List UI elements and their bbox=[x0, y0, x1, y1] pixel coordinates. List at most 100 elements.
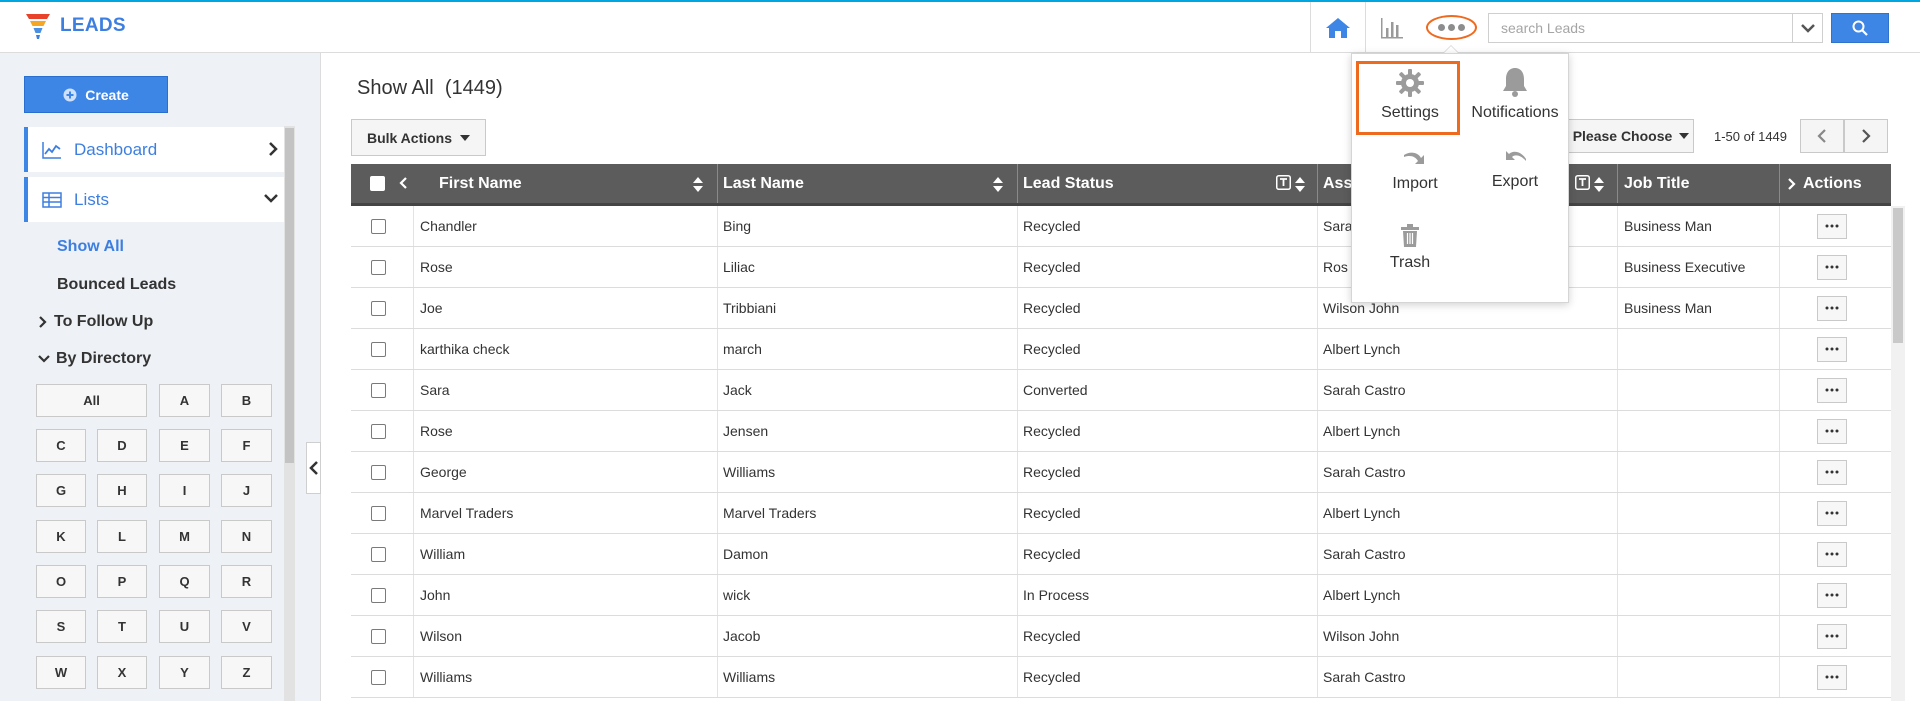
filter-icon[interactable] bbox=[1575, 175, 1590, 190]
col-lead-status[interactable]: Lead Status bbox=[1023, 164, 1114, 203]
table-row[interactable]: William Damon Recycled Sarah Castro bbox=[351, 534, 1891, 575]
cell-last-name[interactable]: Damon bbox=[723, 534, 768, 574]
cell-first-name[interactable]: Rose bbox=[420, 411, 453, 451]
prev-page-button[interactable] bbox=[1800, 119, 1844, 153]
table-row[interactable]: Wilson Jacob Recycled Wilson John bbox=[351, 616, 1891, 657]
table-row[interactable]: Rose Liliac Recycled Ros Business Execut… bbox=[351, 247, 1891, 288]
select-all-checkbox[interactable] bbox=[370, 176, 385, 191]
table-scrollbar[interactable] bbox=[1891, 206, 1905, 701]
row-actions-button[interactable] bbox=[1817, 377, 1847, 403]
col-last-name[interactable]: Last Name bbox=[723, 164, 804, 203]
sidebar-collapse-button[interactable] bbox=[306, 442, 321, 494]
row-checkbox[interactable] bbox=[371, 587, 386, 603]
more-menu-button[interactable] bbox=[1426, 15, 1477, 40]
scrollbar-thumb[interactable] bbox=[1893, 208, 1903, 343]
column-divider[interactable] bbox=[1779, 164, 1780, 203]
directory-letter[interactable]: C bbox=[36, 429, 86, 462]
directory-letter[interactable]: B bbox=[221, 384, 272, 417]
cell-first-name[interactable]: Williams bbox=[420, 657, 472, 697]
directory-letter[interactable]: K bbox=[36, 520, 86, 553]
directory-letter[interactable]: V bbox=[221, 610, 272, 643]
table-row[interactable]: Rose Jensen Recycled Albert Lynch bbox=[351, 411, 1891, 452]
row-actions-button[interactable] bbox=[1817, 623, 1847, 649]
filter-icon[interactable] bbox=[1276, 175, 1291, 190]
cell-first-name[interactable]: Marvel Traders bbox=[420, 493, 513, 533]
menu-item-settings[interactable]: Settings bbox=[1380, 68, 1440, 122]
cell-last-name[interactable]: march bbox=[723, 329, 762, 369]
row-actions-button[interactable] bbox=[1817, 664, 1847, 690]
directory-letter[interactable]: G bbox=[36, 474, 86, 507]
row-checkbox[interactable] bbox=[371, 218, 386, 234]
directory-letter[interactable]: L bbox=[97, 520, 147, 553]
sort-icon[interactable] bbox=[1594, 177, 1604, 192]
row-actions-button[interactable] bbox=[1817, 295, 1847, 321]
bulk-actions-button[interactable]: Bulk Actions bbox=[351, 119, 486, 156]
directory-letter[interactable]: T bbox=[97, 610, 147, 643]
cell-last-name[interactable]: Jack bbox=[723, 370, 752, 410]
table-row[interactable]: Chandler Bing Recycled Sara Business Man bbox=[351, 206, 1891, 247]
cell-first-name[interactable]: John bbox=[420, 575, 450, 615]
cell-last-name[interactable]: Liliac bbox=[723, 247, 755, 287]
row-checkbox[interactable] bbox=[371, 546, 386, 562]
row-checkbox[interactable] bbox=[371, 300, 386, 316]
cell-first-name[interactable]: Rose bbox=[420, 247, 453, 287]
directory-letter[interactable]: W bbox=[36, 656, 86, 689]
row-checkbox[interactable] bbox=[371, 341, 386, 357]
table-row[interactable]: Williams Williams Recycled Sarah Castro bbox=[351, 657, 1891, 698]
cell-last-name[interactable]: Williams bbox=[723, 657, 775, 697]
sidebar-scrollbar[interactable] bbox=[284, 126, 295, 701]
cell-last-name[interactable]: wick bbox=[723, 575, 750, 615]
menu-item-trash[interactable]: Trash bbox=[1380, 224, 1440, 272]
row-actions-button[interactable] bbox=[1817, 541, 1847, 567]
chevron-right-icon[interactable] bbox=[1787, 177, 1797, 191]
table-row[interactable]: karthika check march Recycled Albert Lyn… bbox=[351, 329, 1891, 370]
sidebar-item-dashboard[interactable]: Dashboard bbox=[24, 127, 284, 172]
menu-item-export[interactable]: Export bbox=[1480, 147, 1550, 191]
column-divider[interactable] bbox=[1617, 164, 1618, 203]
col-first-name[interactable]: First Name bbox=[439, 164, 522, 203]
home-button[interactable] bbox=[1310, 2, 1366, 53]
directory-letter-all[interactable]: All bbox=[36, 384, 147, 417]
app-brand[interactable]: LEADS bbox=[25, 12, 126, 40]
directory-letter[interactable]: Y bbox=[159, 656, 210, 689]
row-actions-button[interactable] bbox=[1817, 336, 1847, 362]
please-choose-dropdown[interactable]: Please Choose bbox=[1568, 119, 1694, 153]
directory-letter[interactable]: Z bbox=[221, 656, 272, 689]
directory-letter[interactable]: X bbox=[97, 656, 147, 689]
row-checkbox[interactable] bbox=[371, 669, 386, 685]
cell-last-name[interactable]: Williams bbox=[723, 452, 775, 492]
cell-last-name[interactable]: Bing bbox=[723, 206, 751, 246]
column-divider[interactable] bbox=[1017, 164, 1018, 203]
list-by-directory[interactable]: By Directory bbox=[37, 350, 151, 368]
col-job-title[interactable]: Job Title bbox=[1624, 164, 1690, 203]
row-checkbox[interactable] bbox=[371, 423, 386, 439]
row-actions-button[interactable] bbox=[1817, 459, 1847, 485]
scrollbar-thumb[interactable] bbox=[285, 128, 294, 463]
row-checkbox[interactable] bbox=[371, 464, 386, 480]
directory-letter[interactable]: S bbox=[36, 610, 86, 643]
table-row[interactable]: Marvel Traders Marvel Traders Recycled A… bbox=[351, 493, 1891, 534]
directory-letter[interactable]: U bbox=[159, 610, 210, 643]
list-to-follow-up[interactable]: To Follow Up bbox=[37, 313, 153, 331]
list-bounced-leads[interactable]: Bounced Leads bbox=[57, 276, 176, 294]
cell-last-name[interactable]: Jensen bbox=[723, 411, 768, 451]
row-actions-button[interactable] bbox=[1817, 254, 1847, 280]
directory-letter[interactable]: O bbox=[36, 565, 86, 598]
sort-icon[interactable] bbox=[693, 177, 703, 192]
row-actions-button[interactable] bbox=[1817, 213, 1847, 239]
directory-letter[interactable]: A bbox=[159, 384, 210, 417]
cell-last-name[interactable]: Tribbiani bbox=[723, 288, 776, 328]
sort-icon[interactable] bbox=[1295, 177, 1305, 192]
list-show-all[interactable]: Show All bbox=[57, 238, 124, 256]
next-page-button[interactable] bbox=[1844, 119, 1888, 153]
reports-button[interactable] bbox=[1366, 2, 1418, 53]
chevron-left-icon[interactable] bbox=[398, 176, 408, 190]
directory-letter[interactable]: N bbox=[221, 520, 272, 553]
directory-letter[interactable]: M bbox=[159, 520, 210, 553]
directory-letter[interactable]: F bbox=[221, 429, 272, 462]
cell-last-name[interactable]: Marvel Traders bbox=[723, 493, 816, 533]
table-row[interactable]: John wick In Process Albert Lynch bbox=[351, 575, 1891, 616]
cell-first-name[interactable]: karthika check bbox=[420, 329, 509, 369]
cell-last-name[interactable]: Jacob bbox=[723, 616, 760, 656]
cell-first-name[interactable]: Joe bbox=[420, 288, 443, 328]
